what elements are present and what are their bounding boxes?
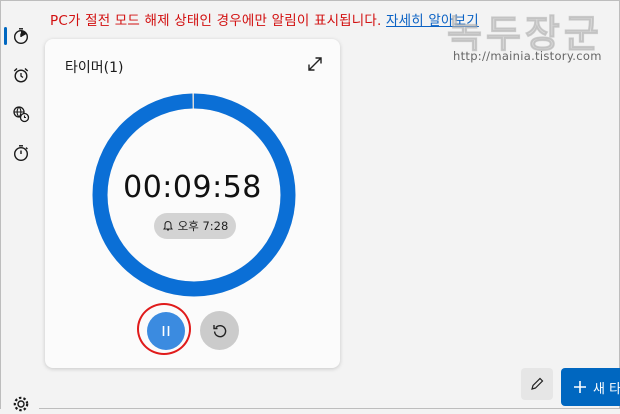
end-time-badge: 오후 7:28 <box>154 213 236 239</box>
timer-title: 타이머(1) <box>65 60 124 76</box>
end-time-text: 오후 7:28 <box>177 219 229 233</box>
nav-timer[interactable] <box>11 26 31 46</box>
expand-icon <box>308 57 322 71</box>
world-clock-icon <box>13 106 30 123</box>
settings-gear-icon <box>13 396 29 412</box>
nav-world-clock[interactable] <box>11 104 31 124</box>
watermark: 녹두장군 http://mainia.tistory.com <box>443 3 619 77</box>
timer-card[interactable]: 타이머(1) 00:09:58 오후 7:28 <box>45 39 340 368</box>
edit-button[interactable] <box>521 368 553 400</box>
new-timer-button[interactable]: 새 타 <box>561 368 620 406</box>
plus-icon <box>574 381 586 393</box>
pause-button[interactable] <box>147 312 185 350</box>
reset-button[interactable] <box>200 311 239 350</box>
nav-alarm[interactable] <box>11 65 31 85</box>
stopwatch-icon <box>13 145 29 162</box>
watermark-url: http://mainia.tistory.com <box>453 49 602 63</box>
alarm-clock-icon <box>13 67 29 83</box>
pause-icon <box>162 326 170 336</box>
nav-stopwatch[interactable] <box>11 143 31 163</box>
remaining-time: 00:09:58 <box>123 170 262 205</box>
pencil-icon <box>531 377 544 390</box>
expand-button[interactable] <box>306 55 324 73</box>
new-timer-label: 새 타 <box>593 381 620 397</box>
reset-icon <box>212 324 226 337</box>
navigation-sidebar <box>1 1 39 412</box>
active-indicator <box>4 27 7 45</box>
wake-notice: PC가 절전 모드 해제 상태인 경우에만 알림이 표시됩니다. 자세히 알아보… <box>50 9 479 29</box>
notice-text: PC가 절전 모드 해제 상태인 경우에만 알림이 표시됩니다. <box>50 13 382 29</box>
timer-icon <box>13 28 29 45</box>
nav-settings[interactable] <box>11 394 31 414</box>
bell-icon <box>162 220 173 231</box>
